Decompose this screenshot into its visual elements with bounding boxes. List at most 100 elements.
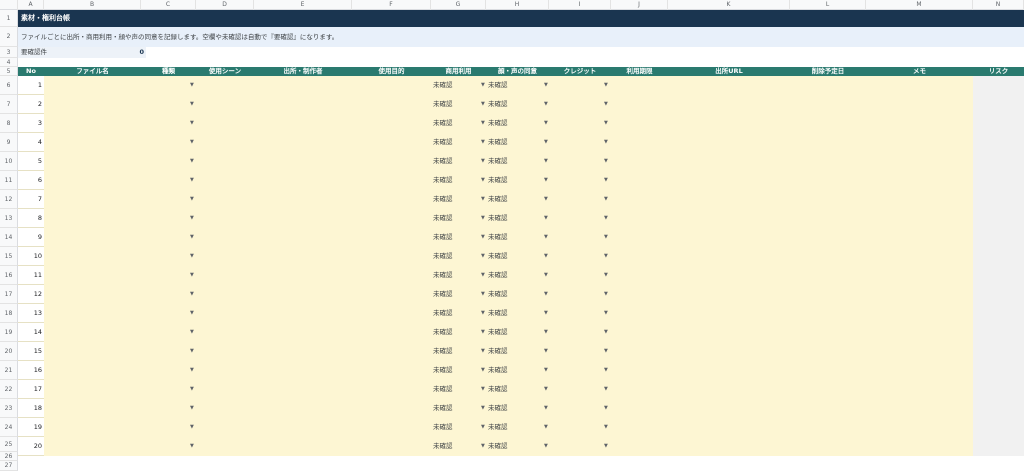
purpose-cell[interactable] xyxy=(352,437,431,456)
usage-scene-cell[interactable] xyxy=(196,95,254,114)
header-cell[interactable]: 利用期限 xyxy=(611,67,668,76)
commercial-use-cell[interactable]: 未確認 xyxy=(431,209,486,228)
chevron-down-icon[interactable]: ▼ xyxy=(544,399,548,418)
source-url-cell[interactable] xyxy=(668,304,790,323)
risk-cell[interactable] xyxy=(973,114,1024,133)
row-number[interactable]: 8 xyxy=(0,114,18,133)
risk-cell[interactable] xyxy=(973,152,1024,171)
type-cell[interactable] xyxy=(141,190,196,209)
chevron-down-icon[interactable]: ▼ xyxy=(190,190,194,209)
memo-cell[interactable] xyxy=(866,76,973,95)
source-creator-cell[interactable] xyxy=(254,323,352,342)
type-cell[interactable] xyxy=(141,323,196,342)
risk-cell[interactable] xyxy=(973,380,1024,399)
type-cell[interactable] xyxy=(141,209,196,228)
chevron-down-icon[interactable]: ▼ xyxy=(190,76,194,95)
source-url-cell[interactable] xyxy=(668,228,790,247)
risk-cell[interactable] xyxy=(973,209,1024,228)
credit-cell[interactable] xyxy=(549,190,611,209)
purpose-cell[interactable] xyxy=(352,190,431,209)
type-cell[interactable] xyxy=(141,342,196,361)
source-url-cell[interactable] xyxy=(668,247,790,266)
delete-date-cell[interactable] xyxy=(790,323,866,342)
source-creator-cell[interactable] xyxy=(254,133,352,152)
chevron-down-icon[interactable]: ▼ xyxy=(481,399,485,418)
file-name-cell[interactable] xyxy=(44,247,141,266)
header-cell[interactable]: クレジット xyxy=(549,67,611,76)
row-no-cell[interactable]: 17 xyxy=(18,380,44,399)
column-letter-i[interactable]: I xyxy=(549,0,611,10)
chevron-down-icon[interactable]: ▼ xyxy=(544,380,548,399)
delete-date-cell[interactable] xyxy=(790,266,866,285)
usage-period-cell[interactable] xyxy=(611,209,668,228)
source-creator-cell[interactable] xyxy=(254,247,352,266)
column-letter-c[interactable]: C xyxy=(141,0,196,10)
row-no-cell[interactable]: 4 xyxy=(18,133,44,152)
source-url-cell[interactable] xyxy=(668,266,790,285)
source-creator-cell[interactable] xyxy=(254,304,352,323)
chevron-down-icon[interactable]: ▼ xyxy=(544,437,548,456)
consent-cell[interactable]: 未確認 xyxy=(486,76,549,95)
credit-cell[interactable] xyxy=(549,437,611,456)
chevron-down-icon[interactable]: ▼ xyxy=(481,152,485,171)
chevron-down-icon[interactable]: ▼ xyxy=(604,95,608,114)
row-no-cell[interactable]: 5 xyxy=(18,152,44,171)
row-no-cell[interactable]: 16 xyxy=(18,361,44,380)
sheet-description[interactable]: ファイルごとに出所・商用利用・顔や声の同意を記録します。空欄や未確認は自動で『要… xyxy=(18,27,1024,47)
row-number[interactable]: 20 xyxy=(0,342,18,361)
file-name-cell[interactable] xyxy=(44,380,141,399)
delete-date-cell[interactable] xyxy=(790,342,866,361)
consent-cell[interactable]: 未確認 xyxy=(486,342,549,361)
column-letter-m[interactable]: M xyxy=(866,0,973,10)
row-number[interactable]: 15 xyxy=(0,247,18,266)
type-cell[interactable] xyxy=(141,95,196,114)
delete-date-cell[interactable] xyxy=(790,418,866,437)
source-url-cell[interactable] xyxy=(668,76,790,95)
usage-scene-cell[interactable] xyxy=(196,342,254,361)
chevron-down-icon[interactable]: ▼ xyxy=(604,361,608,380)
risk-cell[interactable] xyxy=(973,399,1024,418)
chevron-down-icon[interactable]: ▼ xyxy=(481,285,485,304)
source-url-cell[interactable] xyxy=(668,133,790,152)
source-creator-cell[interactable] xyxy=(254,76,352,95)
credit-cell[interactable] xyxy=(549,95,611,114)
memo-cell[interactable] xyxy=(866,247,973,266)
chevron-down-icon[interactable]: ▼ xyxy=(190,361,194,380)
chevron-down-icon[interactable]: ▼ xyxy=(481,247,485,266)
file-name-cell[interactable] xyxy=(44,209,141,228)
chevron-down-icon[interactable]: ▼ xyxy=(544,171,548,190)
delete-date-cell[interactable] xyxy=(790,114,866,133)
usage-period-cell[interactable] xyxy=(611,133,668,152)
chevron-down-icon[interactable]: ▼ xyxy=(481,190,485,209)
purpose-cell[interactable] xyxy=(352,418,431,437)
memo-cell[interactable] xyxy=(866,133,973,152)
column-letter-e[interactable]: E xyxy=(254,0,352,10)
source-url-cell[interactable] xyxy=(668,361,790,380)
file-name-cell[interactable] xyxy=(44,190,141,209)
row-number[interactable]: 27 xyxy=(0,461,18,471)
usage-scene-cell[interactable] xyxy=(196,247,254,266)
file-name-cell[interactable] xyxy=(44,114,141,133)
source-url-cell[interactable] xyxy=(668,152,790,171)
memo-cell[interactable] xyxy=(866,209,973,228)
row-number[interactable]: 25 xyxy=(0,437,18,452)
commercial-use-cell[interactable]: 未確認 xyxy=(431,95,486,114)
memo-cell[interactable] xyxy=(866,342,973,361)
chevron-down-icon[interactable]: ▼ xyxy=(544,228,548,247)
memo-cell[interactable] xyxy=(866,380,973,399)
chevron-down-icon[interactable]: ▼ xyxy=(190,304,194,323)
chevron-down-icon[interactable]: ▼ xyxy=(190,95,194,114)
chevron-down-icon[interactable]: ▼ xyxy=(544,342,548,361)
source-url-cell[interactable] xyxy=(668,323,790,342)
chevron-down-icon[interactable]: ▼ xyxy=(604,323,608,342)
usage-period-cell[interactable] xyxy=(611,418,668,437)
chevron-down-icon[interactable]: ▼ xyxy=(544,152,548,171)
file-name-cell[interactable] xyxy=(44,228,141,247)
usage-scene-cell[interactable] xyxy=(196,171,254,190)
header-cell[interactable]: 使用シーン xyxy=(196,67,254,76)
chevron-down-icon[interactable]: ▼ xyxy=(604,209,608,228)
source-creator-cell[interactable] xyxy=(254,228,352,247)
chevron-down-icon[interactable]: ▼ xyxy=(481,323,485,342)
header-cell[interactable]: ファイル名 xyxy=(44,67,141,76)
credit-cell[interactable] xyxy=(549,171,611,190)
